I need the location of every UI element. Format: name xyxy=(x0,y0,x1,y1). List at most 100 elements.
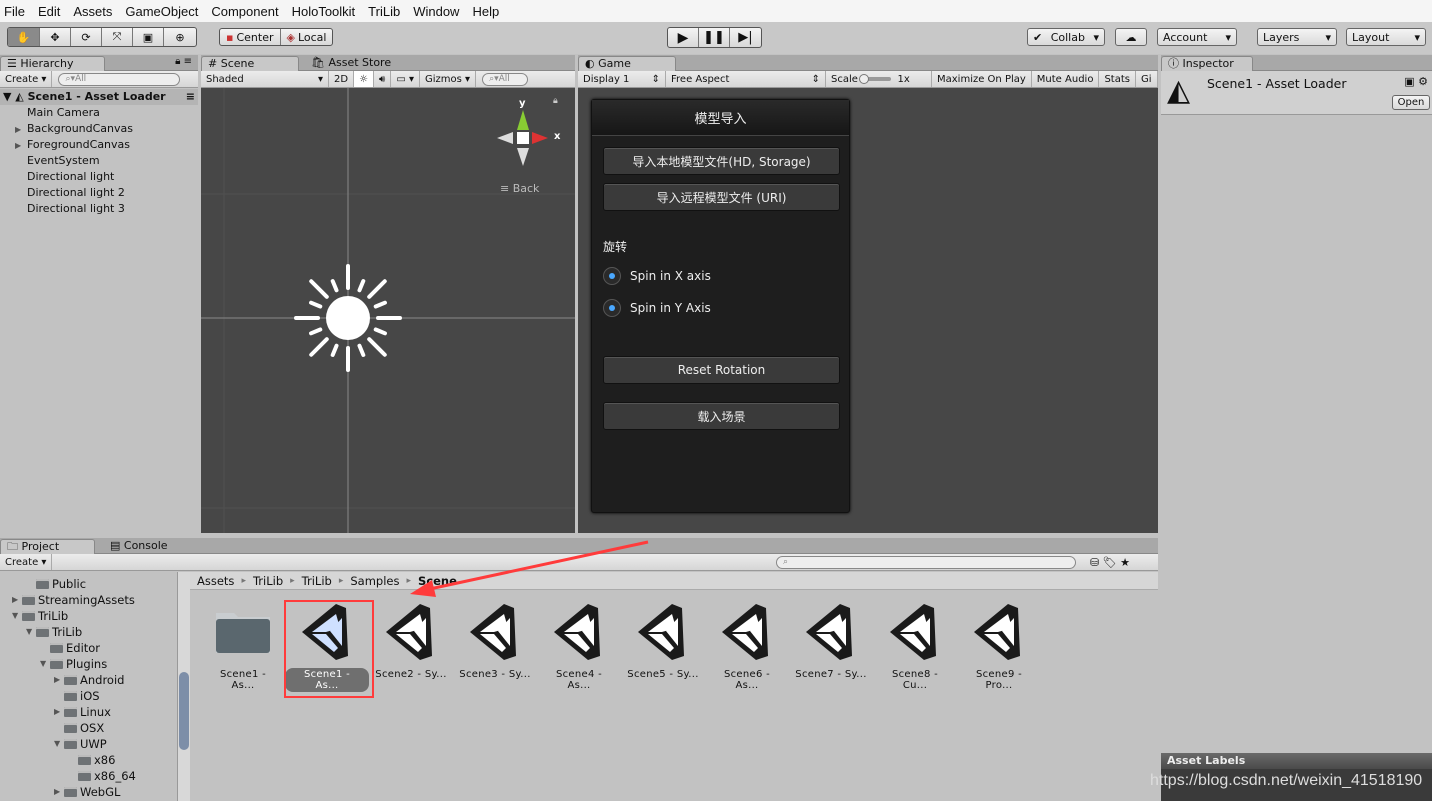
lock-icon[interactable]: 🔒︎ xyxy=(553,96,558,106)
menu-assets[interactable]: Assets xyxy=(73,4,112,19)
open-button[interactable]: Open xyxy=(1392,95,1430,110)
project-tree-item[interactable]: ▼ Plugins xyxy=(0,656,177,672)
breadcrumb-item[interactable]: TriLib xyxy=(302,574,332,588)
menu-window[interactable]: Window xyxy=(413,4,459,19)
tree-scrollbar[interactable] xyxy=(177,572,190,801)
2d-toggle[interactable]: 2D xyxy=(329,71,355,87)
project-tree-item[interactable]: x86 xyxy=(0,752,177,768)
aspect-dropdown[interactable]: Free Aspect ⇕ xyxy=(666,71,826,87)
menu-help[interactable]: Help xyxy=(472,4,499,19)
create-dropdown[interactable]: Create ▾ xyxy=(0,71,53,87)
tab-scene[interactable]: # Scene xyxy=(201,56,299,71)
layers-dropdown[interactable]: Layers ▾ xyxy=(1257,28,1337,46)
project-tree-item[interactable]: ▼ UWP xyxy=(0,736,177,752)
project-tree-item[interactable]: ▶ Linux xyxy=(0,704,177,720)
asset-item[interactable]: Scene9 - Pro... xyxy=(957,600,1041,692)
reset-rotation-button[interactable]: Reset Rotation xyxy=(603,356,840,384)
tab-hierarchy[interactable]: ☰ Hierarchy xyxy=(0,56,105,71)
hierarchy-item[interactable]: ▶ ForegroundCanvas xyxy=(0,137,198,153)
axis-gizmo[interactable] xyxy=(497,110,548,166)
center-button[interactable]: ▪ Center xyxy=(220,29,281,45)
collab-dropdown[interactable]: ✔ Collab ▾ xyxy=(1027,28,1105,46)
gizmos-toggle[interactable]: Gi xyxy=(1136,71,1158,87)
scene-root[interactable]: ▼ ◭ Scene1 - Asset Loader ≡ xyxy=(0,89,198,105)
asset-item[interactable]: Scene8 - Cu... xyxy=(873,600,957,692)
project-tree-item[interactable]: ▶ StreamingAssets xyxy=(0,592,177,608)
maximize-on-play-toggle[interactable]: Maximize On Play xyxy=(932,71,1032,87)
tab-asset-store[interactable]: 🛍︎ Asset Store xyxy=(305,56,397,71)
filter-icons[interactable]: ⛁ 🏷︎ ★ xyxy=(1090,556,1130,569)
hierarchy-item[interactable]: EventSystem xyxy=(0,153,198,169)
tab-project[interactable]: 🗀 Project xyxy=(0,539,95,554)
lighting-toggle[interactable]: ☼ xyxy=(354,71,375,87)
shading-dropdown[interactable]: Shaded ▾ xyxy=(201,71,329,87)
project-tree-item[interactable]: ▼ TriLib xyxy=(0,624,177,640)
asset-item[interactable]: Scene4 - As... xyxy=(537,600,621,692)
menu-holotoolkit[interactable]: HoloToolkit xyxy=(292,4,356,19)
move-tool-button[interactable]: ✥ xyxy=(40,28,71,46)
scrollbar-thumb[interactable] xyxy=(179,672,189,750)
project-tree-item[interactable]: x86_64 xyxy=(0,768,177,784)
hierarchy-item[interactable]: Directional light xyxy=(0,169,198,185)
menu-gameobject[interactable]: GameObject xyxy=(125,4,198,19)
load-scene-button[interactable]: 载入场景 xyxy=(603,402,840,430)
project-tree-item[interactable]: ▶ Android xyxy=(0,672,177,688)
display-dropdown[interactable]: Display 1 ⇕ xyxy=(578,71,666,87)
asset-item[interactable]: Scene7 - Sy... xyxy=(789,600,873,681)
step-button[interactable]: ▶| xyxy=(730,28,761,47)
gizmos-dropdown[interactable]: Gizmos ▾ xyxy=(420,71,477,87)
lock-icon[interactable]: 🔒︎ ≡ xyxy=(175,56,192,67)
rotate-tool-button[interactable]: ⟳ xyxy=(71,28,102,46)
rect-tool-button[interactable]: ▣ xyxy=(133,28,164,46)
project-tree-item[interactable]: Editor xyxy=(0,640,177,656)
hierarchy-search[interactable]: ⌕▾All xyxy=(58,72,181,86)
spin-y-radio[interactable]: Spin in Y Axis xyxy=(603,299,711,317)
asset-item[interactable]: Scene2 - Sy... xyxy=(369,600,453,681)
hierarchy-item[interactable]: ▶ BackgroundCanvas xyxy=(0,121,198,137)
hierarchy-item[interactable]: Directional light 2 xyxy=(0,185,198,201)
account-dropdown[interactable]: Account ▾ xyxy=(1157,28,1237,46)
tab-console[interactable]: ▤ Console xyxy=(104,539,174,554)
pause-button[interactable]: ❚❚ xyxy=(699,28,730,47)
scene-view[interactable]: y x ≡ Back 🔒︎ xyxy=(201,88,575,533)
effects-dropdown[interactable]: ▭ ▾ xyxy=(391,71,420,87)
import-local-button[interactable]: 导入本地模型文件(HD, Storage) xyxy=(603,147,840,175)
project-tree-item[interactable]: ▶ WebGL xyxy=(0,784,177,800)
project-tree-item[interactable]: Public xyxy=(0,576,177,592)
hand-tool-button[interactable]: ✋ xyxy=(8,28,40,46)
mute-audio-toggle[interactable]: Mute Audio xyxy=(1032,71,1100,87)
transform-tool-button[interactable]: ⊕ xyxy=(164,28,196,46)
tab-inspector[interactable]: ⓘ Inspector xyxy=(1161,56,1253,71)
project-search[interactable]: ⌕ xyxy=(776,555,1076,569)
scale-slider[interactable]: Scale 1x xyxy=(826,71,932,87)
menu-edit[interactable]: Edit xyxy=(38,4,60,19)
menu-file[interactable]: File xyxy=(4,4,25,19)
import-remote-button[interactable]: 导入远程模型文件 (URI) xyxy=(603,183,840,211)
project-tree-item[interactable]: OSX xyxy=(0,720,177,736)
menu-trilib[interactable]: TriLib xyxy=(368,4,400,19)
layout-dropdown[interactable]: Layout ▾ xyxy=(1346,28,1426,46)
breadcrumb-item[interactable]: Samples xyxy=(350,574,399,588)
asset-item[interactable]: Scene6 - As... xyxy=(705,600,789,692)
directional-light-icon[interactable] xyxy=(294,264,402,372)
asset-item[interactable]: Scene3 - Sy... xyxy=(453,600,537,681)
scene-search[interactable]: ⌕▾All xyxy=(482,72,529,86)
scale-tool-button[interactable]: ⤧ xyxy=(102,28,133,46)
project-tree-item[interactable]: ▼ TriLib xyxy=(0,608,177,624)
project-tree-item[interactable]: iOS xyxy=(0,688,177,704)
play-button[interactable]: ▶ xyxy=(668,28,699,47)
stats-toggle[interactable]: Stats xyxy=(1099,71,1136,87)
tab-game[interactable]: ◐ Game xyxy=(578,56,676,71)
spin-x-radio[interactable]: Spin in X axis xyxy=(603,267,711,285)
cloud-button[interactable]: ☁ xyxy=(1115,28,1147,46)
menu-component[interactable]: Component xyxy=(211,4,278,19)
breadcrumb-item[interactable]: TriLib xyxy=(253,574,283,588)
create-dropdown[interactable]: Create ▾ xyxy=(0,554,53,570)
local-button[interactable]: ◈ Local xyxy=(281,29,333,45)
hierarchy-item[interactable]: Main Camera xyxy=(0,105,198,121)
asset-item[interactable]: Scene5 - Sy... xyxy=(621,600,705,681)
audio-toggle[interactable]: 🔊︎ xyxy=(374,71,392,87)
asset-item[interactable]: Scene1 - As... xyxy=(201,600,285,692)
hierarchy-item[interactable]: Directional light 3 xyxy=(0,201,198,217)
help-icon[interactable]: ▣ ⚙ xyxy=(1404,75,1428,88)
